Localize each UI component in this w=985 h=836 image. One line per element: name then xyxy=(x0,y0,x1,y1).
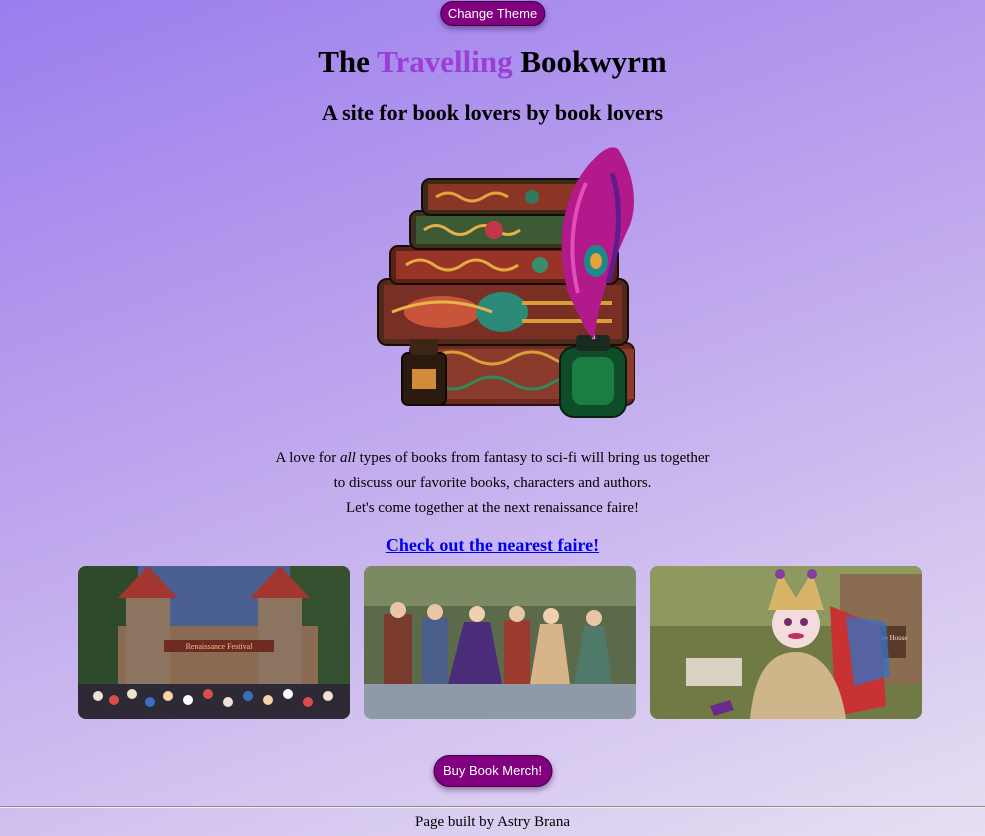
intro-emphasis-all: all xyxy=(340,450,356,466)
site-title: The Travelling Bookwyrm xyxy=(0,44,985,80)
ink-bottle xyxy=(559,335,627,418)
buy-book-merch-button[interactable]: Buy Book Merch! xyxy=(433,755,552,787)
site-title-accent: Travelling xyxy=(377,44,513,79)
photo-costumed-court xyxy=(364,566,636,719)
festival-banner-text: Renaissance Festival xyxy=(186,642,254,651)
intro-line-1: A love for all types of books from fanta… xyxy=(0,446,985,471)
intro-line-3: Let's come together at the next renaissa… xyxy=(346,500,639,516)
faire-link-container: Check out the nearest faire! xyxy=(0,535,985,556)
intro-text: A love for all types of books from fanta… xyxy=(0,446,985,521)
site-title-suffix: Bookwyrm xyxy=(512,44,667,79)
footer-divider xyxy=(0,806,985,808)
change-theme-button[interactable]: Change Theme xyxy=(439,1,546,26)
intro-line-2: to discuss our favorite books, character… xyxy=(333,475,652,491)
photo-festival-gate: Renaissance Festival xyxy=(78,566,350,719)
intro-line-1-start: A love for xyxy=(275,450,341,466)
site-subtitle: A site for book lovers by book lovers xyxy=(321,100,664,125)
hero-books-quill-image xyxy=(372,143,644,420)
photo-jester: Royal Coffee House xyxy=(650,566,922,719)
footer-credit: Page built by Astry Brana xyxy=(415,814,570,830)
nearest-faire-link[interactable]: Check out the nearest faire! xyxy=(386,535,599,555)
intro-line-1-end: types of books from fantasy to sci-fi wi… xyxy=(355,450,710,466)
site-title-prefix: The xyxy=(318,44,378,79)
